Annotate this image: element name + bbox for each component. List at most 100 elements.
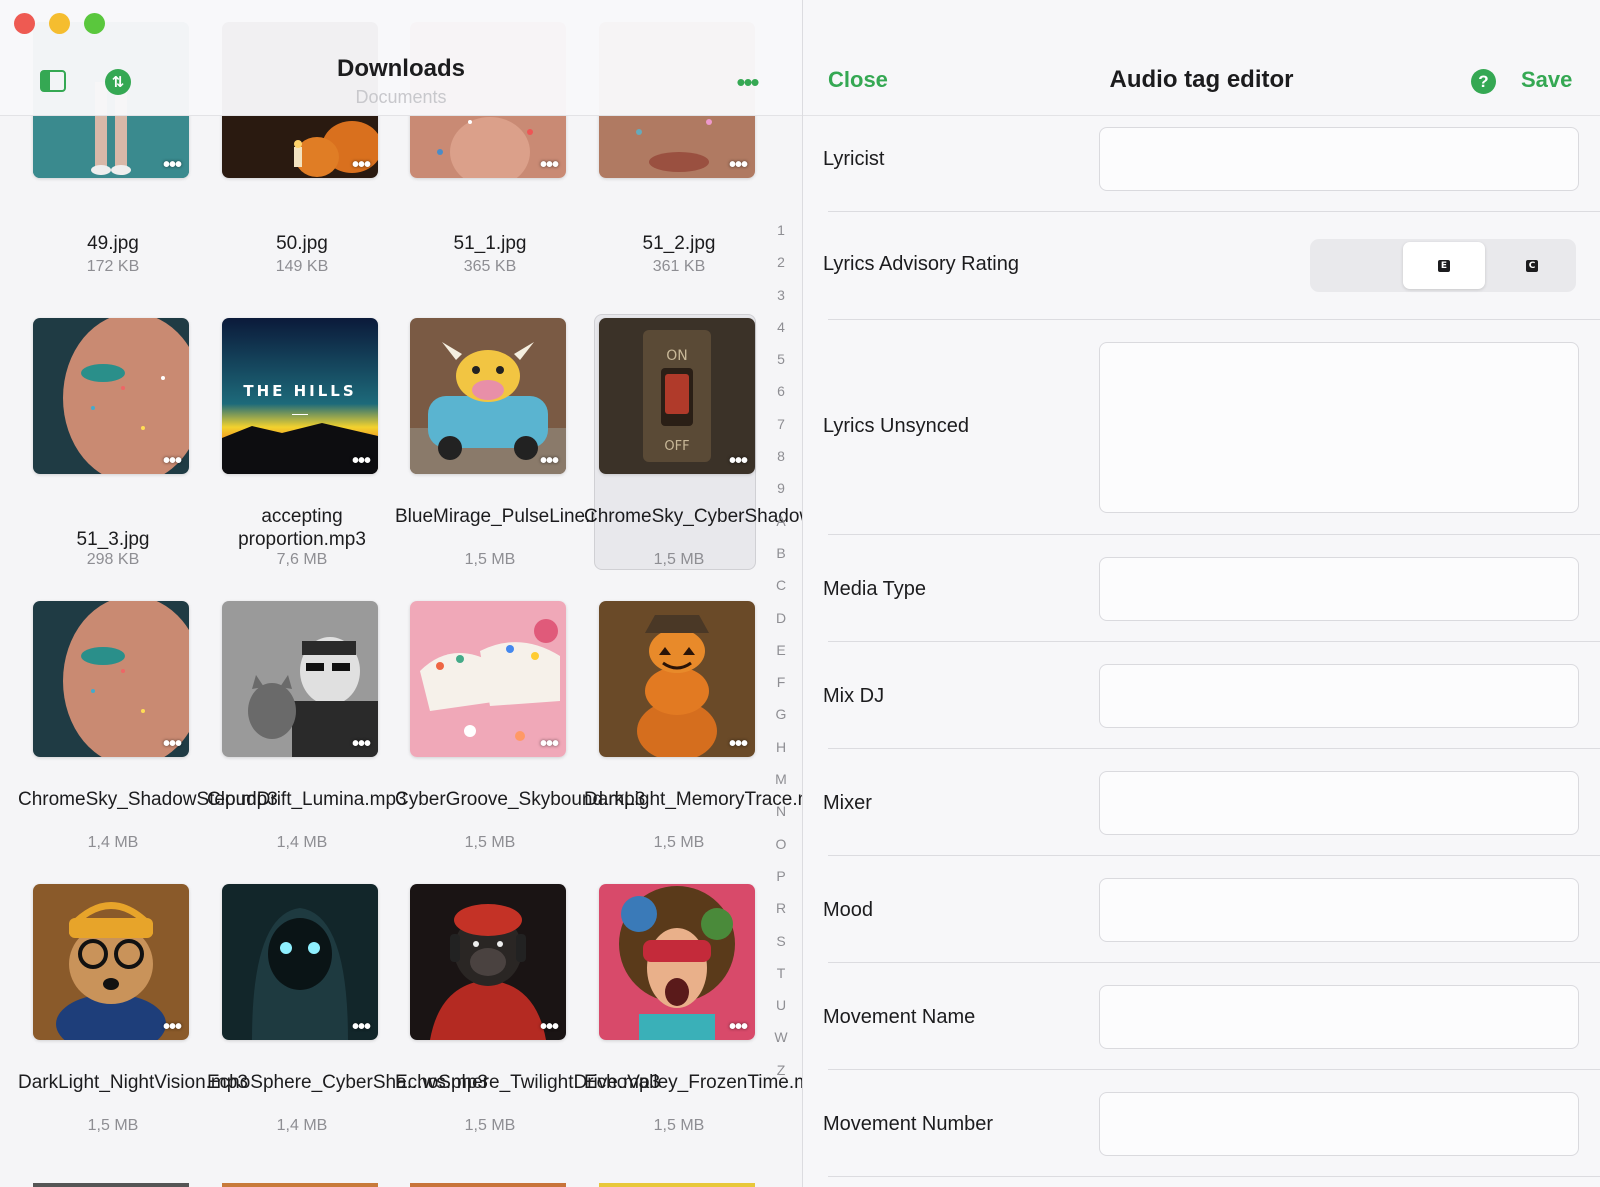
index-letter[interactable]: O (770, 836, 792, 868)
item-more-icon[interactable]: ••• (352, 1017, 371, 1037)
index-letter[interactable]: 9 (770, 480, 792, 512)
thumbnail[interactable]: ••• (410, 601, 566, 757)
index-letter[interactable]: B (770, 545, 792, 577)
window-controls (14, 13, 105, 34)
index-letter[interactable]: H (770, 739, 792, 771)
thumbnail[interactable]: ••• (33, 601, 189, 757)
mix-dj-field[interactable] (1099, 664, 1579, 728)
item-more-icon[interactable]: ••• (352, 734, 371, 754)
index-letter[interactable]: A (770, 513, 792, 545)
file-name: accepting proportion.mp3 (238, 506, 366, 550)
index-letter[interactable]: Z (770, 1062, 792, 1094)
file-size: 7,6 MB (276, 551, 328, 568)
thumbnail[interactable]: THE HILLS ••• (222, 318, 378, 474)
index-letter[interactable]: 1 (770, 222, 792, 254)
thumbnail[interactable]: ON OFF ••• (599, 318, 755, 474)
index-letter[interactable]: R (770, 900, 792, 932)
field-row-mood: Mood (803, 855, 1600, 963)
index-letter[interactable]: W (770, 1029, 792, 1061)
lyrics-unsynced-textarea[interactable] (1099, 342, 1579, 513)
field-label: Movement Number (823, 1113, 994, 1135)
segment-explicit[interactable]: E (1403, 242, 1485, 289)
file-name: CyberGroove_Skybound.mp3 (395, 789, 646, 810)
index-letter[interactable]: F (770, 674, 792, 706)
index-letter[interactable]: 2 (770, 254, 792, 286)
index-letter[interactable]: S (770, 933, 792, 965)
item-more-icon[interactable]: ••• (163, 1017, 182, 1037)
index-letter[interactable]: 7 (770, 416, 792, 448)
index-letter[interactable]: C (770, 577, 792, 609)
item-more-icon[interactable]: ••• (540, 1017, 559, 1037)
index-letter[interactable]: U (770, 997, 792, 1029)
thumbnail[interactable]: ••• (410, 884, 566, 1040)
lyricist-field[interactable] (1099, 127, 1579, 191)
thumbnail-partial (33, 1183, 189, 1187)
clean-badge-icon: C (1526, 259, 1538, 272)
index-letter[interactable]: D (770, 610, 792, 642)
field-label: Mood (823, 899, 874, 921)
index-letter[interactable]: N (770, 803, 792, 835)
index-letter[interactable]: E (770, 642, 792, 674)
media-type-field[interactable] (1099, 557, 1579, 621)
segment-none[interactable] (1313, 242, 1395, 289)
row-separator (828, 1176, 1600, 1177)
thumbnail[interactable]: ••• (410, 318, 566, 474)
item-more-icon[interactable]: ••• (729, 734, 748, 754)
mood-field[interactable] (1099, 878, 1579, 942)
thumbnail[interactable]: ••• (222, 884, 378, 1040)
index-letter[interactable]: 4 (770, 319, 792, 351)
question-circle-icon[interactable]: ? (1471, 69, 1496, 94)
field-row-lyrics-unsynced: Lyrics Unsynced (803, 319, 1600, 535)
switch-off-label: OFF (664, 439, 689, 454)
index-letter[interactable]: T (770, 965, 792, 997)
close-window-button[interactable] (14, 13, 35, 34)
thumbnail[interactable]: ••• (33, 884, 189, 1040)
minimize-window-button[interactable] (49, 13, 70, 34)
file-name: CloudDrift_Lumina.mp3 (207, 789, 407, 810)
item-more-icon[interactable]: ••• (163, 451, 182, 471)
index-letter[interactable]: 5 (770, 351, 792, 383)
thumbnail[interactable]: ••• (599, 601, 755, 757)
item-more-icon[interactable]: ••• (352, 155, 371, 175)
editor-toolbar: Close Audio tag editor ? Save (803, 0, 1600, 116)
window-subtitle[interactable]: Documents (0, 87, 802, 108)
thumbnail[interactable]: ••• (33, 318, 189, 474)
file-size: 298 KB (86, 551, 140, 568)
alphabet-index[interactable]: 123456789ABCDEFGHMNOPRSTUWZ (770, 222, 792, 1094)
index-letter[interactable]: 3 (770, 287, 792, 319)
file-size: 1,5 MB (653, 834, 705, 851)
field-row-lyrics-advisory-rating: Lyrics Advisory Rating E C (803, 212, 1600, 320)
mixer-field[interactable] (1099, 771, 1579, 835)
file-name: BlueMirage_PulseLine.mp3 (395, 506, 628, 527)
item-more-icon[interactable]: ••• (729, 155, 748, 175)
thumbnail-partial (599, 1183, 755, 1187)
item-more-icon[interactable]: ••• (163, 155, 182, 175)
item-more-icon[interactable]: ••• (163, 734, 182, 754)
advisory-rating-segmented-control[interactable]: E C (1310, 239, 1576, 292)
index-letter[interactable]: 8 (770, 448, 792, 480)
index-letter[interactable]: G (770, 706, 792, 738)
movement-number-field[interactable] (1099, 1092, 1579, 1156)
item-more-icon[interactable]: ••• (729, 451, 748, 471)
save-button[interactable]: Save (1521, 67, 1572, 93)
item-more-icon[interactable]: ••• (729, 1017, 748, 1037)
thumbnail[interactable]: ••• (599, 884, 755, 1040)
field-label: Media Type (823, 578, 927, 600)
file-name: 51_3.jpg (76, 529, 150, 550)
index-letter[interactable]: 6 (770, 383, 792, 415)
file-size: 1,4 MB (276, 834, 328, 851)
zoom-window-button[interactable] (84, 13, 105, 34)
item-more-icon[interactable]: ••• (540, 451, 559, 471)
index-letter[interactable]: P (770, 868, 792, 900)
field-label: Lyrics Advisory Rating (823, 253, 1019, 275)
ellipsis-icon[interactable]: ••• (732, 69, 762, 95)
item-more-icon[interactable]: ••• (540, 734, 559, 754)
thumbnail[interactable]: ••• (222, 601, 378, 757)
file-size: 149 KB (275, 258, 329, 275)
index-letter[interactable]: M (770, 771, 792, 803)
field-row-movement-name: Movement Name (803, 962, 1600, 1070)
segment-clean[interactable]: C (1491, 242, 1573, 289)
item-more-icon[interactable]: ••• (352, 451, 371, 471)
movement-name-field[interactable] (1099, 985, 1579, 1049)
item-more-icon[interactable]: ••• (540, 155, 559, 175)
